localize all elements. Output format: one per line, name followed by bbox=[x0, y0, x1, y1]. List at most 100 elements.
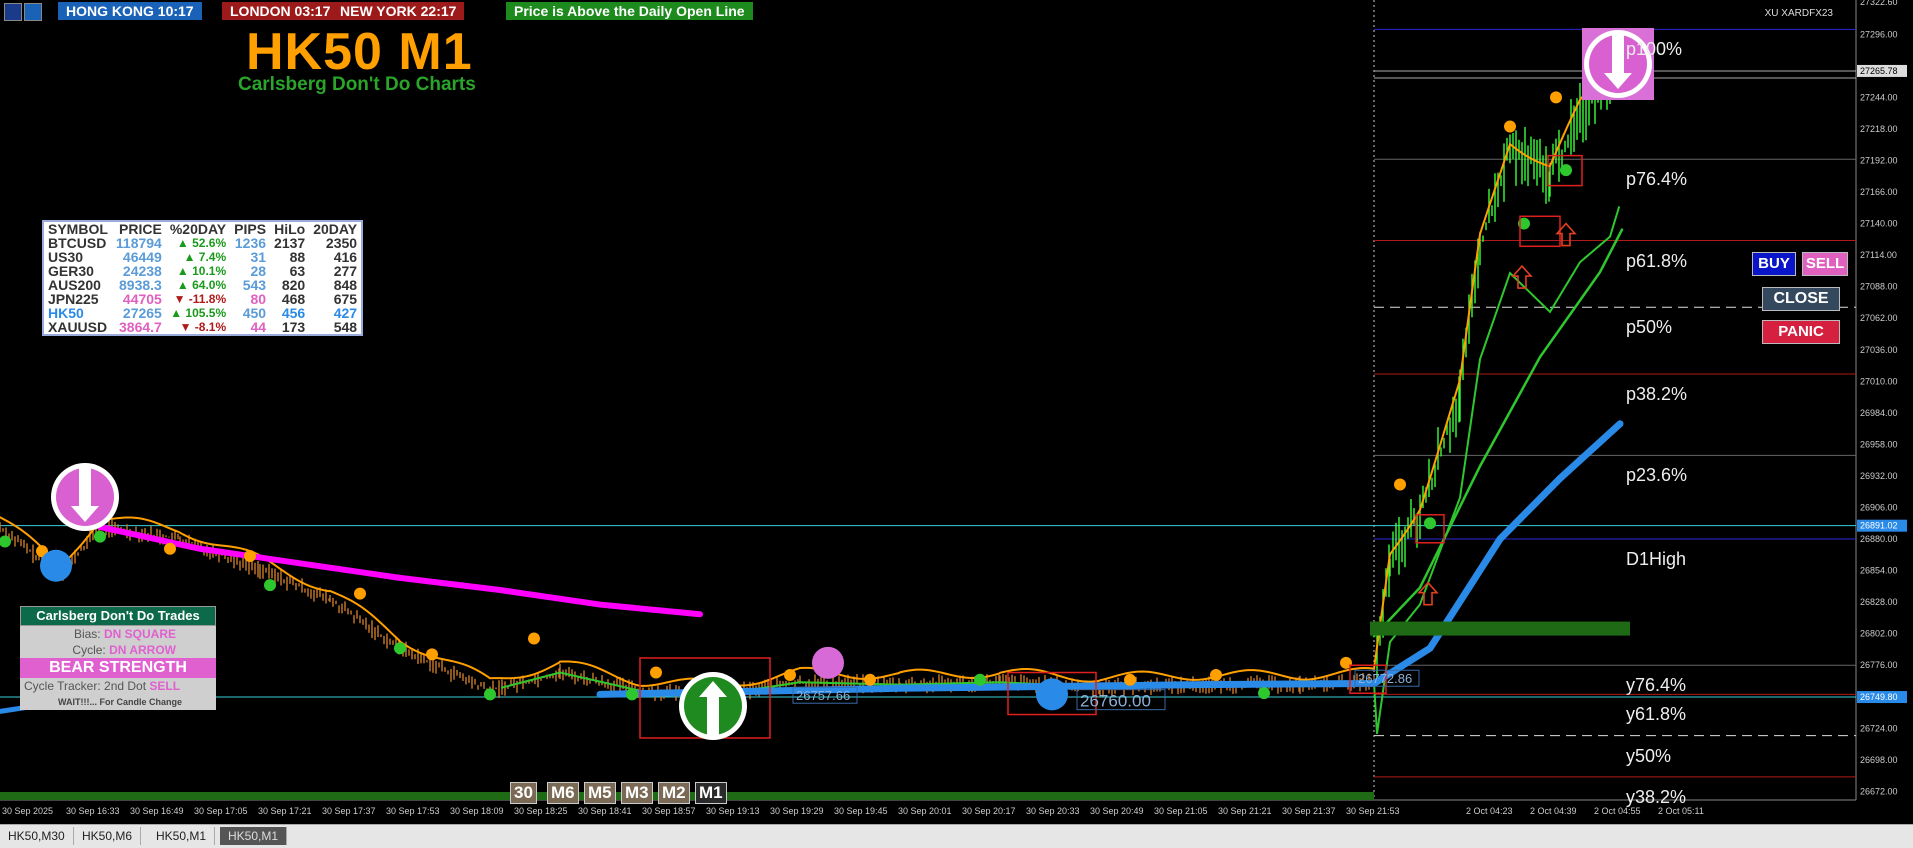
symbol-cell: 848 bbox=[333, 277, 358, 293]
chart-settings-icon[interactable] bbox=[24, 3, 42, 21]
ema-slow-line bbox=[501, 206, 1620, 734]
ma-magenta-line bbox=[97, 523, 703, 618]
price-axis-label: 26932.00 bbox=[1860, 471, 1898, 481]
chart-tab-1[interactable]: HK50,M6 bbox=[74, 827, 142, 845]
panic-button[interactable]: PANIC bbox=[1762, 320, 1840, 344]
price-axis-label: 26891.02 bbox=[1860, 521, 1898, 531]
time-axis-label: 30 Sep 19:45 bbox=[834, 806, 888, 816]
symbol-cell: 3864.7 bbox=[119, 319, 162, 335]
timeframe-button-m3[interactable]: M3 bbox=[621, 782, 653, 804]
fib-label: y38.2% bbox=[1626, 786, 1687, 807]
fib-label: p76.4% bbox=[1626, 169, 1688, 190]
symbol-cell: 27265 bbox=[122, 305, 162, 321]
sell-button[interactable]: SELL bbox=[1802, 252, 1848, 276]
fib-label: p23.6% bbox=[1626, 465, 1688, 486]
time-axis-label: 30 Sep 2025 bbox=[2, 806, 53, 816]
price-axis-label: 26958.00 bbox=[1860, 439, 1898, 449]
timeframe-button-m6[interactable]: M6 bbox=[547, 782, 579, 804]
chart-tab-0[interactable]: HK50,M30 bbox=[0, 827, 74, 845]
price-axis-label: 27192.00 bbox=[1860, 155, 1898, 165]
price-axis-label: 27296.00 bbox=[1860, 29, 1898, 39]
price-axis-label: 26802.00 bbox=[1860, 629, 1898, 639]
time-axis-label: 30 Sep 21:05 bbox=[1154, 806, 1208, 816]
price-axis-label: 27244.00 bbox=[1860, 92, 1898, 102]
symbol-row: US30 46449 ▲ 7.4% 31 88 416 bbox=[43, 250, 362, 264]
symbol-cell: 468 bbox=[281, 291, 306, 307]
fib-label: p38.2% bbox=[1626, 384, 1688, 405]
symbol-cell: BTCUSD bbox=[48, 235, 107, 251]
fib-label: D1High bbox=[1626, 549, 1687, 570]
symbol-cell: 46449 bbox=[122, 249, 162, 265]
symbol-cell: ▲ 64.0% bbox=[176, 278, 227, 292]
time-axis-label: 2 Oct 04:23 bbox=[1466, 806, 1513, 816]
signal-dot bbox=[264, 579, 276, 592]
blue-marker-dot bbox=[40, 549, 72, 582]
time-axis-label: 30 Sep 21:21 bbox=[1218, 806, 1272, 816]
timeframe-button-30[interactable]: 30 bbox=[510, 782, 537, 804]
symbol-cell: HK50 bbox=[48, 305, 84, 321]
price-axis-label: 27036.00 bbox=[1860, 345, 1898, 355]
price-axis-label: 27010.00 bbox=[1860, 376, 1898, 386]
session-clock-2: NEW YORK 22:17 bbox=[332, 2, 465, 20]
symbol-table-header: %20DAY bbox=[169, 221, 227, 237]
timeframe-button-m1[interactable]: M1 bbox=[695, 782, 727, 804]
signal-dot bbox=[1550, 91, 1562, 104]
price-axis-label: 26698.00 bbox=[1860, 755, 1898, 765]
time-axis-label: 30 Sep 20:17 bbox=[962, 806, 1016, 816]
time-axis-label: 30 Sep 20:33 bbox=[1026, 806, 1080, 816]
time-axis-label: 2 Oct 04:39 bbox=[1530, 806, 1577, 816]
signal-dot bbox=[244, 550, 256, 563]
price-tag-label: 26760.00 bbox=[1080, 692, 1151, 711]
buy-button[interactable]: BUY bbox=[1752, 252, 1796, 276]
flag-icon bbox=[4, 3, 22, 21]
symbol-cell: XAUUSD bbox=[48, 319, 108, 335]
symbol-cell: ▲ 7.4% bbox=[183, 250, 227, 264]
broker-tag: XU XARDFX23 bbox=[1764, 8, 1833, 19]
symbol-cell: 28 bbox=[250, 263, 267, 279]
time-axis-label: 30 Sep 17:21 bbox=[258, 806, 312, 816]
symbol-cell: 8938.3 bbox=[119, 277, 162, 293]
fib-label: p50% bbox=[1626, 317, 1673, 338]
symbol-cell: JPN225 bbox=[48, 291, 99, 307]
cycle-value: DN ARROW bbox=[109, 643, 176, 657]
symbol-cell: US30 bbox=[48, 249, 84, 265]
symbol-cell: GER30 bbox=[48, 263, 94, 279]
timeframe-button-m2[interactable]: M2 bbox=[658, 782, 690, 804]
symbol-cell: ▲ 10.1% bbox=[176, 264, 227, 278]
symbol-cell: 88 bbox=[289, 249, 306, 265]
chart-tab-3[interactable]: HK50,M1 bbox=[220, 827, 288, 845]
time-axis-label: 30 Sep 18:25 bbox=[514, 806, 568, 816]
symbol-cell: 450 bbox=[242, 305, 267, 321]
symbol-cell: 24238 bbox=[122, 263, 162, 279]
price-chart[interactable]: 27322.60 27296.00 27265.78 27244.00 27218.00… bbox=[0, 0, 1913, 822]
symbol-row: HK50 27265 ▲ 105.5% 450 456 427 bbox=[43, 306, 362, 320]
bias-value: DN SQUARE bbox=[103, 627, 176, 641]
timeframe-button-m5[interactable]: M5 bbox=[584, 782, 616, 804]
fib-label: p100% bbox=[1626, 39, 1683, 60]
signal-dot bbox=[528, 632, 540, 645]
cycle-label: Cycle: bbox=[72, 643, 106, 657]
close-button[interactable]: CLOSE bbox=[1762, 287, 1840, 311]
symbol-cell: 416 bbox=[333, 249, 358, 265]
signal-dot bbox=[164, 542, 176, 555]
fib-label: p61.8% bbox=[1626, 250, 1688, 271]
time-axis-label: 30 Sep 17:05 bbox=[194, 806, 248, 816]
price-axis-label: 26828.00 bbox=[1860, 597, 1898, 607]
chart-tab-2[interactable]: HK50,M1 bbox=[148, 827, 216, 845]
symbol-cell: 456 bbox=[281, 305, 306, 321]
symbol-cell: 2137 bbox=[274, 235, 306, 251]
signal-dot bbox=[1394, 478, 1406, 491]
signal-dot bbox=[1258, 687, 1270, 700]
ema-fast-line bbox=[0, 37, 1620, 687]
fib-label: y76.4% bbox=[1626, 675, 1687, 696]
signal-dot bbox=[650, 666, 662, 679]
symbol-cell: 31 bbox=[250, 249, 267, 265]
time-axis-label: 30 Sep 19:13 bbox=[706, 806, 760, 816]
signal-dot bbox=[94, 530, 106, 543]
price-axis-label: 26984.00 bbox=[1860, 408, 1898, 418]
symbol-cell: 2350 bbox=[325, 235, 358, 251]
symbol-cell: ▲ 52.6% bbox=[176, 236, 227, 250]
symbol-row: JPN225 44705 ▼ -11.8% 80 468 675 bbox=[43, 292, 362, 306]
wait-text: WAIT!!!... For Candle Change bbox=[20, 694, 216, 710]
time-axis-label: 30 Sep 20:01 bbox=[898, 806, 952, 816]
